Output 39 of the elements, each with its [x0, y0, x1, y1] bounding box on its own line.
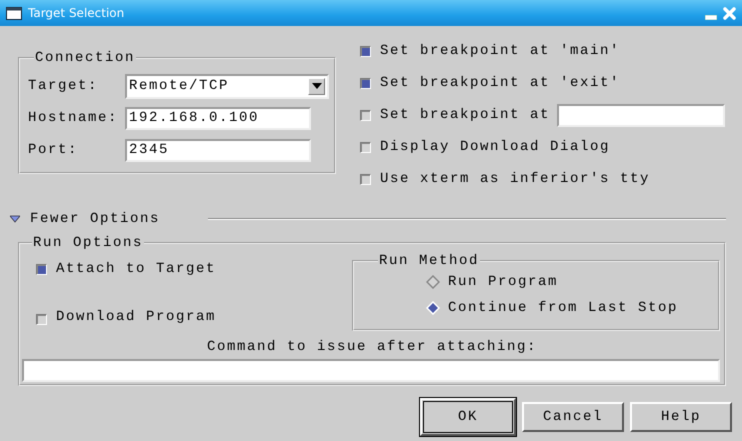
fewer-options-toggle[interactable]: Fewer Options	[10, 211, 160, 227]
dialog-button[interactable]: OK	[420, 398, 516, 436]
window-title: Target Selection	[28, 6, 126, 20]
input-field[interactable]: 2345	[125, 138, 311, 162]
group-title: Run Options	[32, 235, 144, 251]
checkbox-label: Display Download Dialog	[380, 139, 610, 155]
checkbox[interactable]	[360, 174, 371, 184]
command-field[interactable]	[22, 359, 720, 382]
radio-button[interactable]	[426, 275, 440, 289]
field-label: Target:	[27, 78, 100, 94]
group-title: Run Method	[378, 253, 480, 269]
command-label: Command to issue after attaching:	[206, 339, 538, 355]
checkbox[interactable]	[360, 110, 371, 120]
dropdown-arrow-icon	[312, 83, 322, 89]
checkbox-label: Set breakpoint at 'exit'	[380, 75, 620, 91]
checkbox-label: Use xterm as inferior's tty	[380, 171, 650, 187]
checkbox[interactable]	[360, 78, 371, 88]
field-label: Hostname:	[27, 110, 120, 126]
checkbox[interactable]	[360, 142, 371, 152]
field-label: Port:	[27, 142, 80, 158]
minimize-icon[interactable]	[705, 14, 717, 20]
radio-label: Run Program	[448, 274, 558, 290]
window-icon	[6, 6, 22, 20]
checkbox[interactable]	[36, 264, 47, 274]
close-icon[interactable]	[723, 6, 736, 20]
checkbox-label: Set breakpoint at 'main'	[380, 43, 620, 59]
input-field[interactable]	[557, 104, 726, 126]
checkbox[interactable]	[360, 46, 371, 56]
triangle-icon	[10, 215, 20, 223]
target-dropdown[interactable]: Remote/TCP	[125, 74, 329, 98]
checkbox[interactable]	[36, 314, 47, 325]
group-title: Connection	[34, 50, 136, 66]
dialog-button[interactable]: Cancel	[522, 402, 624, 432]
radio-label: Continue from Last Stop	[448, 300, 678, 316]
checkbox-label: Set breakpoint at	[380, 107, 550, 123]
checkbox-label: Attach to Target	[56, 261, 216, 277]
input-field[interactable]: 192.168.0.100	[125, 106, 311, 130]
checkbox-label: Download Program	[56, 309, 216, 325]
dialog-button[interactable]: Help	[630, 402, 732, 432]
